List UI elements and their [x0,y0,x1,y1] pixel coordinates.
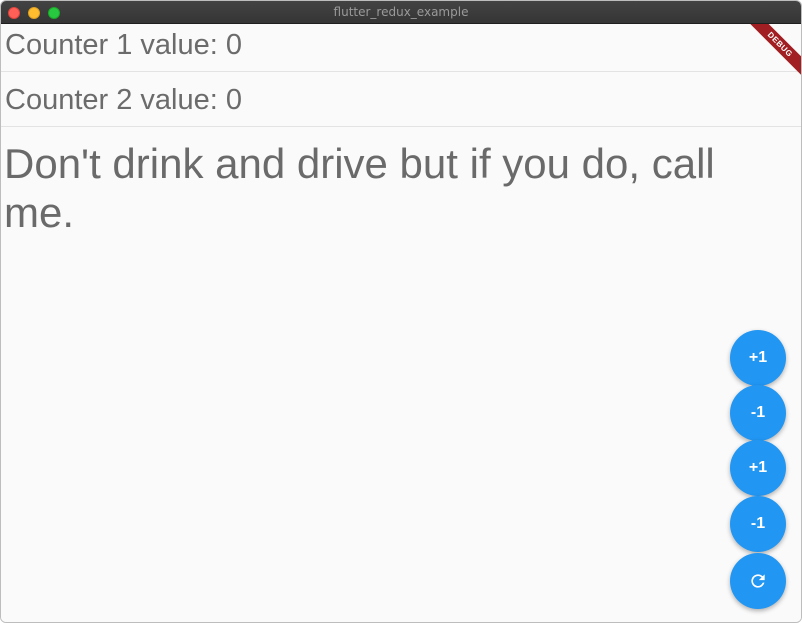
counter-1-label: Counter 1 value: 0 [5,29,242,61]
title-bar[interactable]: flutter_redux_example [1,1,801,24]
counter-2-increment-button[interactable]: +1 [730,440,786,496]
reset-button[interactable] [730,553,786,609]
joke-text: Don't drink and drive but if you do, cal… [4,140,715,236]
debug-banner: DEBUG [741,24,801,84]
counter-1-increment-button[interactable]: +1 [730,330,786,386]
counter-2-label: Counter 2 value: 0 [5,84,242,116]
counter-2-row: Counter 2 value: 0 [1,79,801,127]
counter-2-decrement-button[interactable]: -1 [730,496,786,552]
counter-1-row: Counter 1 value: 0 [1,24,801,72]
refresh-icon [751,574,765,588]
debug-banner-label: DEBUG [743,24,801,81]
app-content: Counter 1 value: 0 Counter 2 value: 0 Do… [1,24,801,622]
app-window: flutter_redux_example Counter 1 value: 0… [0,0,802,623]
counter-1-decrement-button[interactable]: -1 [730,385,786,441]
window-title: flutter_redux_example [333,5,469,19]
